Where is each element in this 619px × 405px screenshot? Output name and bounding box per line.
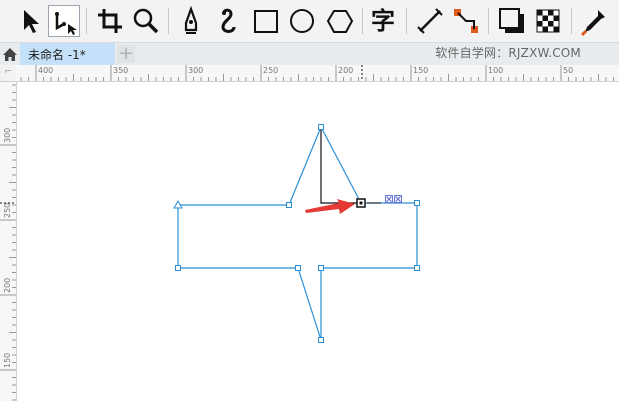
pointer-arrow [305, 199, 355, 214]
ruler-label: 350 [113, 66, 128, 75]
shape-node [318, 337, 324, 343]
plus-icon: + [118, 43, 134, 64]
parallel-dimension-tool-icon[interactable] [414, 5, 446, 37]
toolbar-separator [488, 8, 489, 34]
new-tab-button[interactable]: + [117, 45, 135, 63]
freehand-tool-icon[interactable] [175, 5, 207, 37]
ruler-label: 150 [3, 353, 12, 368]
ruler-label: 100 [488, 66, 503, 75]
pick-tool-icon[interactable] [14, 5, 46, 37]
connector-tool-icon[interactable] [450, 5, 482, 37]
toolbar-separator [86, 8, 87, 34]
shape-node [318, 265, 324, 271]
ruler-origin-icon: ⌐ [4, 67, 12, 77]
transparency-tool-icon[interactable] [532, 5, 564, 37]
shape-node [175, 265, 181, 271]
ruler-label: 200 [3, 278, 12, 293]
toolbox: 字 [0, 0, 619, 43]
toolbar-separator [406, 8, 407, 34]
vertical-ruler-scale: 300 250 200 150 [0, 84, 16, 401]
watermark-text: 软件自学网：RJZXW.COM [435, 46, 581, 60]
text-tool-icon[interactable]: 字 [368, 5, 400, 37]
ruler-label: 300 [3, 128, 12, 143]
vertical-ruler[interactable]: 300 250 200 150 [0, 82, 17, 401]
ruler-label: 250 [3, 203, 12, 218]
home-button[interactable] [0, 43, 20, 65]
tab-document[interactable]: 未命名 -1* [20, 43, 115, 65]
shape-node [295, 265, 301, 271]
ruler-label: 250 [263, 66, 278, 75]
ruler-label: 300 [188, 66, 203, 75]
drop-shadow-tool-icon[interactable] [496, 5, 528, 37]
toolbar-separator [571, 8, 572, 34]
shape-outline [177, 125, 418, 341]
document-title: 未命名 -1* [28, 48, 86, 62]
shape-node [286, 202, 292, 208]
crop-tool-icon[interactable] [94, 5, 126, 37]
ruler-label: 50 [563, 66, 573, 75]
node-action-buttons[interactable]: ⊠⊠ [384, 192, 403, 206]
ruler-label: 400 [38, 66, 53, 75]
polygon-tool-icon[interactable] [324, 5, 356, 37]
toolbar-separator [168, 8, 169, 34]
canvas-drawing [173, 124, 420, 343]
artistic-media-tool-icon[interactable] [212, 5, 244, 37]
home-icon [3, 48, 17, 61]
ellipse-tool-icon[interactable] [286, 5, 318, 37]
horizontal-ruler[interactable]: 400 350 300 250 200 150 100 50 [16, 65, 619, 82]
selected-node-center [359, 201, 363, 205]
shape-node [318, 124, 324, 130]
shape-tool-icon[interactable] [48, 5, 80, 37]
shape-node [414, 265, 420, 271]
shape-node [414, 200, 420, 206]
document-tab-bar: 未命名 -1* + 软件自学网：RJZXW.COM [0, 43, 619, 65]
horizontal-ruler-scale: 400 350 300 250 200 150 100 50 [20, 65, 614, 81]
text-tool-glyph: 字 [371, 7, 395, 35]
rectangle-tool-icon[interactable] [250, 5, 282, 37]
zoom-tool-icon[interactable] [130, 5, 162, 37]
ruler-label: 150 [413, 66, 428, 75]
eyedropper-tool-icon[interactable] [578, 5, 610, 37]
toolbar-separator [362, 8, 363, 34]
ruler-label: 200 [338, 66, 353, 75]
ruler-origin[interactable]: ⌐ [0, 65, 17, 82]
drawing-canvas[interactable]: ⊠⊠ [17, 82, 619, 401]
